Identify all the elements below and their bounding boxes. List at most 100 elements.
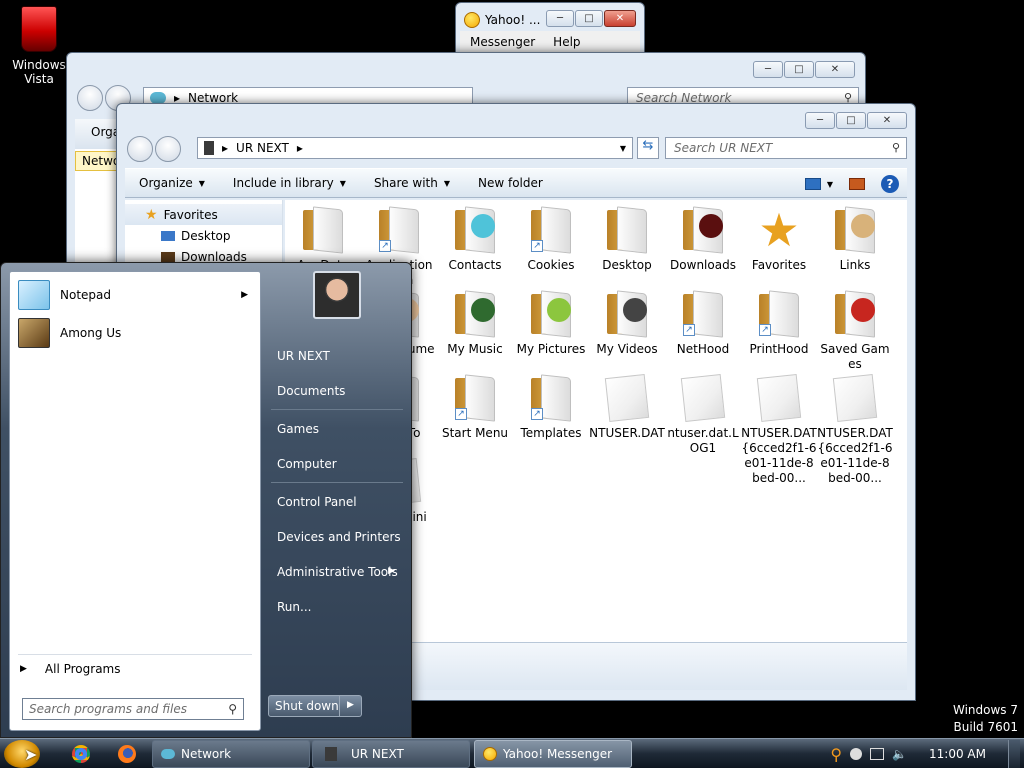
maximize-button[interactable]: □ <box>784 61 814 78</box>
start-item-documents[interactable]: Documents <box>267 376 407 404</box>
clock[interactable]: 11:00 AM <box>929 747 986 761</box>
shortcut-arrow-icon: ↗ <box>379 240 391 252</box>
start-item-control-panel[interactable]: Control Panel <box>267 487 407 515</box>
file-item[interactable]: NTUSER.DAT{6cced2f1-6e01-11de-8bed-00... <box>817 374 893 486</box>
chevron-down-icon: ▼ <box>443 178 450 188</box>
notepad-icon <box>18 280 50 310</box>
folder-overlay-icon <box>851 298 875 322</box>
maximize-button[interactable]: □ <box>836 112 866 129</box>
minimize-button[interactable]: ─ <box>546 10 574 27</box>
file-item[interactable]: ↗ PrintHood <box>741 290 817 357</box>
file-item[interactable]: My Pictures <box>513 290 589 357</box>
new-folder-button[interactable]: New folder <box>464 168 557 198</box>
start-item-ur-next[interactable]: UR NEXT <box>267 341 407 369</box>
preview-pane-icon[interactable] <box>849 178 865 190</box>
file-item[interactable]: Contacts <box>437 206 513 273</box>
network-tray-icon[interactable] <box>870 748 885 760</box>
taskbar-network[interactable]: Network <box>152 740 310 768</box>
start-search-input[interactable]: Search programs and files ⚲ <box>22 698 244 720</box>
taskbar-yahoo[interactable]: Yahoo! Messenger <box>474 740 632 768</box>
folder-overlay-icon <box>547 298 571 322</box>
help-icon[interactable]: ? <box>881 175 899 193</box>
menu-help[interactable]: Help <box>553 35 580 49</box>
nav-desktop[interactable]: Desktop <box>125 225 282 246</box>
shut-down-button[interactable]: Shut down <box>268 695 340 717</box>
refresh-button[interactable]: ⇆ <box>637 137 659 159</box>
back-button[interactable] <box>77 85 103 111</box>
file-item[interactable]: NTUSER.DAT{6cced2f1-6e01-11de-8bed-00... <box>741 374 817 486</box>
file-item-label: My Videos <box>596 342 658 356</box>
close-button[interactable]: ✕ <box>867 112 907 129</box>
program-notepad[interactable]: Notepad ▶ <box>14 278 258 312</box>
downloads-icon <box>161 251 175 262</box>
folder-icon: ↗ <box>683 290 723 338</box>
taskbar-yahoo-label: Yahoo! Messenger <box>503 747 613 761</box>
recycle-bin-desktop-icon[interactable]: Windows Vista <box>8 6 70 86</box>
file-item[interactable]: NTUSER.DAT <box>589 374 665 441</box>
show-desktop-button[interactable] <box>1008 740 1020 768</box>
search-tray-icon[interactable]: ⚲ <box>830 745 842 764</box>
shut-down-options-arrow-icon[interactable]: ▶ <box>340 695 362 717</box>
share-with-button[interactable]: Share with ▼ <box>360 168 464 198</box>
minimize-button[interactable]: ─ <box>753 61 783 78</box>
desktop-icon <box>161 230 175 241</box>
menu-messenger[interactable]: Messenger <box>470 35 535 49</box>
file-item-label: Start Menu <box>441 426 509 440</box>
file-item[interactable]: Links <box>817 206 893 273</box>
volume-icon[interactable]: 🔈 <box>892 747 907 761</box>
chrome-icon[interactable] <box>72 745 90 763</box>
include-in-library-button[interactable]: Include in library ▼ <box>219 168 360 198</box>
file-item[interactable]: ↗ Cookies <box>513 206 589 273</box>
close-button[interactable]: ✕ <box>604 10 636 27</box>
folder-overlay-icon <box>471 214 495 238</box>
address-bar[interactable]: ▸ UR NEXT ▸ ▼ <box>197 137 633 159</box>
start-item-devices-printers[interactable]: Devices and Printers <box>267 522 407 550</box>
taskbar-ur-next[interactable]: UR NEXT <box>312 740 470 768</box>
chevron-down-icon[interactable]: ▼ <box>827 180 833 189</box>
watermark-build: Build 7601 <box>953 720 1018 734</box>
yahoo-smiley-icon <box>464 12 480 28</box>
file-item[interactable]: My Videos <box>589 290 665 357</box>
nav-favorites[interactable]: ★ Favorites <box>125 204 282 225</box>
file-item[interactable]: ↗ Templates <box>513 374 589 441</box>
file-item[interactable]: ↗ NetHood <box>665 290 741 357</box>
file-item[interactable]: Desktop <box>589 206 665 273</box>
document-icon <box>604 374 650 422</box>
shortcut-arrow-icon: ↗ <box>455 408 467 420</box>
organize-button[interactable]: Organize ▼ <box>125 168 219 198</box>
file-item[interactable]: ntuser.dat.LOG1 <box>665 374 741 456</box>
view-options-icon[interactable] <box>804 178 821 190</box>
firefox-icon[interactable] <box>118 745 136 763</box>
search-icon: ⚲ <box>228 702 237 716</box>
user-avatar[interactable] <box>313 271 361 319</box>
file-item[interactable]: ↗ Start Menu <box>437 374 513 441</box>
forward-button[interactable] <box>155 136 181 162</box>
yahoo-tray-icon[interactable] <box>850 748 863 760</box>
file-item[interactable]: Downloads <box>665 206 741 273</box>
start-item-computer[interactable]: Computer <box>267 449 407 477</box>
address-dropdown-icon[interactable]: ▼ <box>620 144 626 153</box>
start-item-run[interactable]: Run... <box>267 592 407 620</box>
start-item-administrative-tools[interactable]: Administrative Tools ▶ <box>267 557 407 585</box>
search-input[interactable]: Search UR NEXT ⚲ <box>665 137 907 159</box>
back-button[interactable] <box>127 136 153 162</box>
minimize-button[interactable]: ─ <box>805 112 835 129</box>
close-button[interactable]: ✕ <box>815 61 855 78</box>
file-item[interactable]: ★ Favorites <box>741 207 817 273</box>
start-item-games[interactable]: Games <box>267 414 407 442</box>
breadcrumb-urnext[interactable]: UR NEXT <box>236 141 289 155</box>
start-search-placeholder: Search programs and files <box>29 702 187 716</box>
folder-icon <box>455 206 495 254</box>
file-item[interactable]: Saved Games <box>817 290 893 372</box>
recycle-bin-icon <box>21 6 57 52</box>
submenu-arrow-icon[interactable]: ▶ <box>241 290 248 300</box>
shortcut-arrow-icon: ↗ <box>683 324 695 336</box>
folder-icon <box>683 206 723 254</box>
maximize-button[interactable]: □ <box>575 10 603 27</box>
program-among-us[interactable]: Among Us <box>14 316 258 350</box>
file-item[interactable]: My Music <box>437 290 513 357</box>
file-item-label: Saved Games <box>820 342 890 371</box>
file-item-label: ntuser.dat.LOG1 <box>667 426 739 455</box>
file-item-label: Favorites <box>751 258 807 272</box>
all-programs-button[interactable]: ▶ All Programs <box>20 662 121 676</box>
